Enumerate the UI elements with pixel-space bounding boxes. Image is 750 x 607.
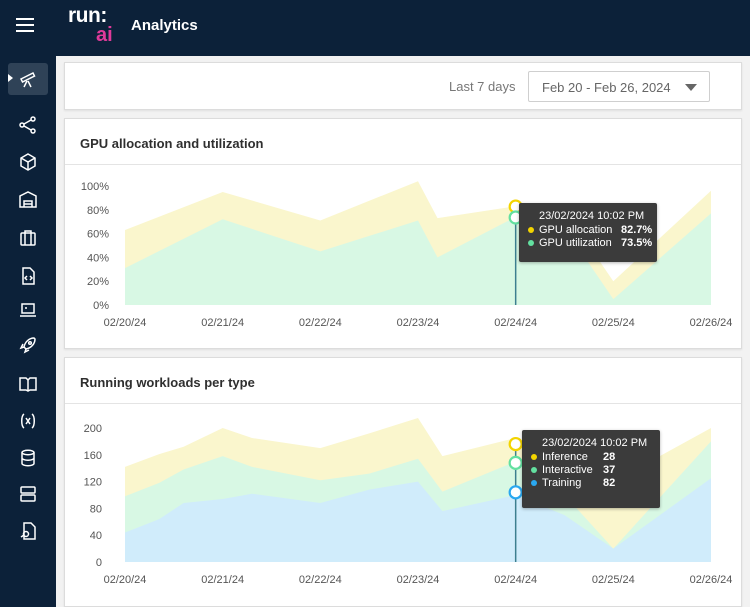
function-x-icon — [21, 413, 35, 429]
legend-dot — [528, 240, 534, 246]
briefcase-icon — [20, 230, 36, 246]
x-tick-label: 02/21/24 — [201, 574, 244, 586]
y-tick-label: 0 — [96, 557, 102, 569]
telescope-icon — [19, 71, 36, 88]
x-tick-label: 02/24/24 — [494, 574, 537, 586]
y-tick-label: 40% — [87, 252, 109, 264]
x-tick-label: 02/21/24 — [201, 317, 244, 329]
y-tick-label: 120 — [84, 477, 102, 489]
sidebar-item-variables[interactable] — [8, 405, 48, 437]
sidebar-item-environments[interactable] — [8, 294, 48, 326]
y-tick-label: 0% — [93, 300, 109, 312]
date-range-select[interactable]: Feb 20 - Feb 26, 2024 — [528, 71, 710, 102]
y-tick-label: 200 — [84, 423, 102, 435]
y-tick-label: 160 — [84, 450, 102, 462]
workloads-chart-card: Running workloads per type 200 160 120 80 40… — [64, 357, 742, 607]
sidebar-item-analytics[interactable] — [8, 63, 48, 95]
sidebar-item-credentials[interactable] — [8, 515, 48, 547]
graph-nodes-icon — [19, 116, 36, 134]
x-tick-label: 02/20/24 — [104, 317, 147, 329]
x-tick-label: 02/26/24 — [690, 574, 733, 586]
legend-dot — [528, 227, 534, 233]
range-label: Last 7 days — [449, 79, 516, 94]
book-icon — [19, 377, 37, 392]
tooltip-value: 28 — [603, 451, 616, 463]
y-tick-label: 80 — [90, 503, 102, 515]
x-tick-label: 02/22/24 — [299, 574, 342, 586]
legend-dot — [531, 467, 537, 473]
chart-tooltip: 23/02/2024 10:02 PM GPU allocation 82.7%… — [519, 203, 657, 262]
sidebar-item-flow[interactable] — [8, 109, 48, 141]
logo-ai-text: ai — [96, 24, 113, 46]
tooltip-value: 37 — [603, 464, 616, 476]
x-tick-label: 02/22/24 — [299, 317, 342, 329]
sidebar-item-projects[interactable] — [8, 146, 48, 178]
date-range-value: Feb 20 - Feb 26, 2024 — [542, 80, 671, 95]
database-icon — [21, 449, 35, 467]
sidebar-item-data-sources[interactable] — [8, 442, 48, 474]
y-tick-label: 40 — [90, 530, 102, 542]
sidebar-item-templates[interactable] — [8, 260, 48, 292]
tooltip-label: GPU utilization — [539, 237, 612, 249]
legend-dot — [531, 480, 537, 486]
sidebar-item-deployments[interactable] — [8, 329, 48, 361]
hover-point[interactable] — [508, 455, 523, 470]
y-tick-label: 80% — [87, 205, 109, 217]
date-filter-bar: Last 7 days Feb 20 - Feb 26, 2024 — [64, 62, 742, 110]
menu-icon[interactable] — [16, 18, 34, 32]
x-tick-label: 02/24/24 — [494, 317, 537, 329]
tooltip-label: Interactive — [542, 464, 593, 476]
building-icon — [19, 191, 37, 208]
tooltip-value: 82.7% — [621, 224, 653, 236]
tooltip-label: Training — [542, 477, 582, 489]
gpu-chart-card: GPU allocation and utilization 100% 80% 60… — [64, 118, 742, 349]
page-title: Analytics — [131, 17, 198, 34]
sidebar-item-departments[interactable] — [8, 183, 48, 215]
chevron-down-icon — [685, 84, 697, 91]
x-tick-label: 02/23/24 — [397, 317, 440, 329]
x-tick-label: 02/20/24 — [104, 574, 147, 586]
x-tick-label: 02/25/24 — [592, 317, 635, 329]
x-tick-label: 02/26/24 — [690, 317, 733, 329]
code-file-icon — [22, 267, 35, 285]
tooltip-value: 73.5% — [621, 237, 653, 249]
file-key-icon — [20, 522, 36, 540]
tooltip-title: 23/02/2024 10:02 PM — [539, 210, 645, 222]
tooltip-label: GPU allocation — [539, 224, 613, 236]
x-tick-label: 02/25/24 — [592, 574, 635, 586]
laptop-icon — [20, 303, 36, 317]
rocket-icon — [19, 337, 36, 354]
tooltip-label: Inference — [542, 451, 588, 463]
server-icon — [20, 486, 36, 502]
sidebar — [0, 56, 56, 607]
hover-point[interactable] — [508, 485, 523, 500]
cube-icon — [20, 153, 36, 171]
y-tick-label: 60% — [87, 229, 109, 241]
sidebar-item-workloads[interactable] — [8, 222, 48, 254]
sidebar-item-nodes[interactable] — [8, 478, 48, 510]
logo[interactable]: run: ai — [68, 4, 118, 46]
hover-point[interactable] — [508, 436, 523, 452]
active-caret-icon — [8, 74, 13, 82]
chart-tooltip: 23/02/2024 10:02 PM Inference 28 Interac… — [522, 430, 660, 508]
tooltip-title: 23/02/2024 10:02 PM — [542, 437, 648, 449]
top-bar: run: ai Analytics — [0, 0, 750, 56]
legend-dot — [531, 454, 537, 460]
y-tick-label: 100% — [81, 181, 109, 193]
sidebar-item-docs[interactable] — [8, 368, 48, 400]
tooltip-value: 82 — [603, 477, 616, 489]
y-tick-label: 20% — [87, 276, 109, 288]
x-tick-label: 02/23/24 — [397, 574, 440, 586]
